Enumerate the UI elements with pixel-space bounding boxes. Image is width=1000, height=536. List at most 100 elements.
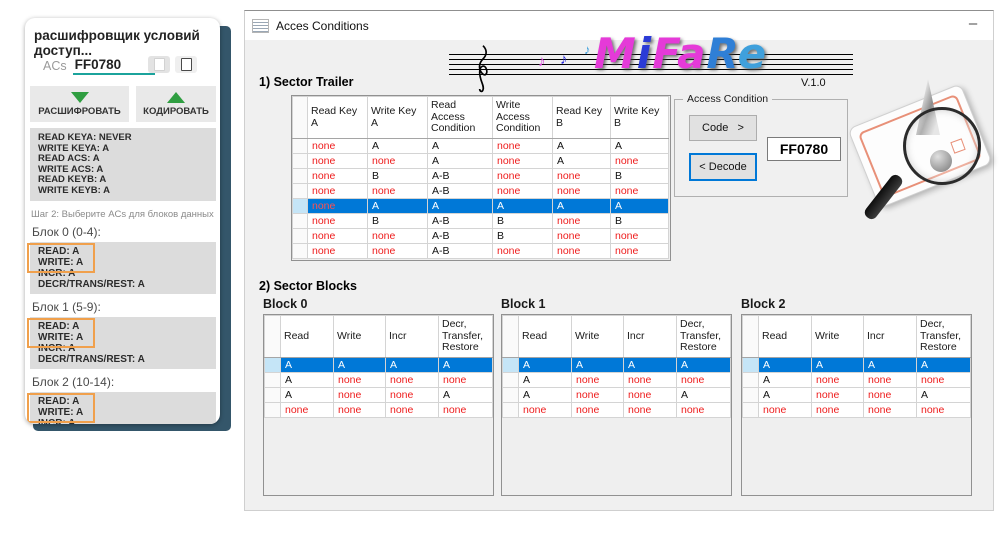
row-selector[interactable] (503, 403, 519, 418)
decode-button-ru[interactable]: РАСШИФРОВАТЬ (30, 86, 129, 122)
column-header[interactable]: Decr, Transfer, Restore (677, 316, 731, 358)
table-row[interactable]: Anonenonenone (265, 373, 493, 388)
table-cell[interactable]: none (493, 154, 553, 169)
table-cell[interactable]: none (281, 403, 334, 418)
table-cell[interactable]: none (759, 403, 812, 418)
table-cell[interactable]: A-B (428, 244, 493, 259)
table-cell[interactable]: A (677, 388, 731, 403)
table-row[interactable]: AAAA (265, 358, 493, 373)
table-cell[interactable]: B (368, 169, 428, 184)
table-row[interactable]: AnonenoneA (743, 388, 971, 403)
table-cell[interactable]: none (368, 229, 428, 244)
column-header[interactable]: Read Key A (308, 97, 368, 139)
column-header[interactable]: Read Key B (553, 97, 611, 139)
table-cell[interactable]: none (624, 388, 677, 403)
column-header[interactable]: Write Access Condition (493, 97, 553, 139)
table-cell[interactable]: none (308, 169, 368, 184)
acs-input[interactable] (73, 56, 155, 75)
table-cell[interactable]: none (864, 403, 917, 418)
row-selector[interactable] (293, 154, 308, 169)
left-block-box[interactable]: READ: AWRITE: AINCR: ADECR/TRANS/REST: A (30, 392, 216, 424)
column-header[interactable]: Read (519, 316, 572, 358)
table-cell[interactable]: A-B (428, 169, 493, 184)
table-cell[interactable]: A (553, 154, 611, 169)
column-header[interactable]: Write Key B (611, 97, 669, 139)
table-cell[interactable]: B (493, 214, 553, 229)
table-cell[interactable]: none (439, 373, 493, 388)
table-row[interactable]: nonenoneA-Bnonenonenone (293, 184, 669, 199)
decode-button[interactable]: < Decode (689, 153, 757, 181)
table-cell[interactable]: A (812, 358, 864, 373)
table-row[interactable]: Anonenonenone (503, 373, 731, 388)
table-row[interactable]: nonenoneA-Bnonenonenone (293, 244, 669, 259)
paste-button[interactable] (175, 56, 197, 73)
left-block-box[interactable]: READ: AWRITE: AINCR: ADECR/TRANS/REST: A (30, 317, 216, 369)
table-cell[interactable]: none (308, 244, 368, 259)
table-cell[interactable]: none (334, 388, 386, 403)
table-cell[interactable]: B (368, 214, 428, 229)
row-selector[interactable] (293, 139, 308, 154)
column-header[interactable]: Write (334, 316, 386, 358)
table-row[interactable]: nonenonenonenone (503, 403, 731, 418)
column-header[interactable]: Read Access Condition (428, 97, 493, 139)
row-selector[interactable] (265, 403, 281, 418)
table-cell[interactable]: none (553, 229, 611, 244)
table-row[interactable]: nonenoneAnoneAnone (293, 154, 669, 169)
row-selector[interactable] (293, 229, 308, 244)
row-selector[interactable] (293, 214, 308, 229)
table-cell[interactable]: none (368, 154, 428, 169)
table-cell[interactable]: A (519, 358, 572, 373)
table-cell[interactable]: none (572, 373, 624, 388)
table-cell[interactable]: A (553, 199, 611, 214)
table-cell[interactable]: none (308, 229, 368, 244)
table-cell[interactable]: none (624, 403, 677, 418)
table-row[interactable]: AAAA (743, 358, 971, 373)
table-cell[interactable]: none (368, 184, 428, 199)
column-header[interactable]: Read (759, 316, 812, 358)
table-cell[interactable]: A-B (428, 229, 493, 244)
table-cell[interactable]: A (611, 199, 669, 214)
table-cell[interactable]: A (493, 199, 553, 214)
table-cell[interactable]: none (572, 388, 624, 403)
table-cell[interactable]: none (386, 388, 439, 403)
table-cell[interactable]: none (308, 139, 368, 154)
table-cell[interactable]: none (334, 373, 386, 388)
table-row[interactable]: AnonenoneA (503, 388, 731, 403)
table-cell[interactable]: A (519, 373, 572, 388)
table-cell[interactable]: none (677, 373, 731, 388)
table-cell[interactable]: none (368, 244, 428, 259)
table-cell[interactable]: none (611, 229, 669, 244)
row-selector[interactable] (293, 244, 308, 259)
table-cell[interactable]: A (553, 139, 611, 154)
table-cell[interactable]: A (917, 358, 971, 373)
table-cell[interactable]: none (611, 184, 669, 199)
table-cell[interactable]: none (624, 373, 677, 388)
row-selector[interactable] (743, 388, 759, 403)
row-selector[interactable] (265, 388, 281, 403)
table-cell[interactable]: none (812, 388, 864, 403)
table-cell[interactable]: A (677, 358, 731, 373)
table-cell[interactable]: A (281, 388, 334, 403)
row-selector[interactable] (293, 199, 308, 214)
encode-button-ru[interactable]: КОДИРОВАТЬ (136, 86, 216, 122)
table-cell[interactable]: A (368, 139, 428, 154)
table-cell[interactable]: A-B (428, 184, 493, 199)
table-cell[interactable]: A (281, 373, 334, 388)
table-cell[interactable]: none (553, 214, 611, 229)
table-row[interactable]: noneAAAAA (293, 199, 669, 214)
column-header[interactable]: Incr (624, 316, 677, 358)
table-cell[interactable]: A (439, 358, 493, 373)
table-cell[interactable]: none (812, 403, 864, 418)
row-selector[interactable] (743, 403, 759, 418)
table-row[interactable]: Anonenonenone (743, 373, 971, 388)
minimize-button[interactable]: – (959, 11, 987, 37)
row-selector[interactable] (265, 373, 281, 388)
row-selector[interactable] (293, 184, 308, 199)
column-header[interactable]: Write Key A (368, 97, 428, 139)
table-cell[interactable]: none (864, 373, 917, 388)
table-cell[interactable]: none (493, 139, 553, 154)
table-cell[interactable]: none (334, 403, 386, 418)
column-header[interactable]: Incr (386, 316, 439, 358)
table-cell[interactable]: none (493, 184, 553, 199)
table-cell[interactable]: A (759, 388, 812, 403)
